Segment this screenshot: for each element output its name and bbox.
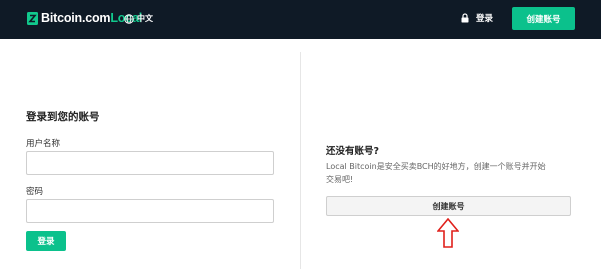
globe-icon [124,13,134,24]
header-login-link[interactable]: 登录 [461,12,493,24]
up-arrow-icon [437,218,459,248]
create-account-button[interactable]: 创建账号 [326,196,571,216]
top-navbar: Bitcoin.comLocal 中文 登录 创建账号 [0,0,601,39]
language-selector[interactable]: 中文 [124,13,153,24]
password-input[interactable] [26,199,274,223]
signup-title: 还没有账号? [326,146,380,157]
header-login-label: 登录 [476,14,494,24]
login-title: 登录到您的账号 [26,111,100,123]
brand-name-main: Bitcoin.com [41,11,111,25]
bitcoin-logo-icon [27,11,38,25]
language-label: 中文 [137,14,153,23]
username-input[interactable] [26,151,274,175]
column-divider [300,52,301,269]
password-label: 密码 [26,187,44,197]
signup-description: Local Bitcoin是安全买卖BCH的好地方，创建一个账号并开始交易吧! [326,162,546,184]
login-submit-button[interactable]: 登录 [26,231,66,251]
header-create-account-button[interactable]: 创建账号 [512,7,575,30]
username-label: 用户名称 [26,139,61,149]
lock-icon [461,13,469,23]
